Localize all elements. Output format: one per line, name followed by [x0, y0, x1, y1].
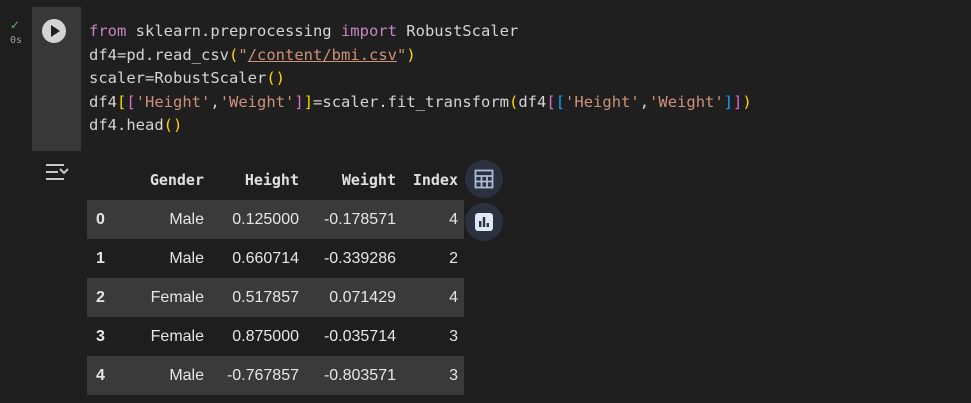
- table-header-row: Gender Height Weight Index: [87, 160, 464, 200]
- table-row: 0 Male 0.125000 -0.178571 4: [87, 200, 464, 239]
- output-collapse-icon[interactable]: [44, 160, 72, 184]
- cell-gender: Female: [118, 317, 210, 356]
- bracket: ]: [733, 92, 743, 111]
- string: 'Weight': [219, 92, 295, 111]
- notebook-cell: ✓ 0s from sklearn.preprocessing import R…: [0, 0, 971, 403]
- table-icon: [474, 169, 494, 189]
- code-token: df4=pd.read_csv: [89, 45, 229, 64]
- bracket: (: [228, 45, 239, 64]
- cell-weight: -0.339286: [305, 239, 402, 278]
- code-token: df4: [89, 92, 117, 111]
- bracket: ]: [723, 92, 734, 111]
- cell-weight: -0.035714: [305, 317, 402, 356]
- bracket: [: [546, 92, 556, 111]
- string: 'Weight': [649, 92, 724, 111]
- cell-gender: Male: [118, 356, 210, 395]
- cell-height: 0.125000: [210, 200, 305, 239]
- row-index: 4: [87, 356, 118, 395]
- column-header: Index: [412, 171, 458, 189]
- code-editor[interactable]: from sklearn.preprocessing import Robust…: [81, 7, 971, 151]
- code-text[interactable]: from sklearn.preprocessing import Robust…: [89, 20, 752, 138]
- cell-index: 4: [402, 200, 464, 239]
- bracket: (): [163, 116, 183, 134]
- bracket: ): [406, 45, 416, 64]
- column-header: Gender: [149, 171, 204, 189]
- row-index: 1: [87, 239, 118, 278]
- cell-index: 4: [402, 278, 464, 317]
- bracket: [: [126, 92, 136, 111]
- keyword-from: from: [89, 22, 127, 40]
- convert-to-interactive-table-button[interactable]: [465, 160, 503, 198]
- bracket: ]: [303, 92, 314, 111]
- code-token: RobustScaler: [396, 22, 519, 40]
- code-token: ,: [210, 92, 220, 111]
- row-index: 0: [87, 200, 118, 239]
- table-row: 1 Male 0.660714 -0.339286 2: [87, 239, 464, 278]
- run-gutter: [32, 7, 81, 151]
- run-cell-button[interactable]: [42, 19, 66, 43]
- column-header: Height: [244, 171, 299, 189]
- bracket: (): [266, 69, 285, 87]
- row-index: 3: [87, 317, 118, 356]
- cell-gender: Male: [118, 239, 210, 278]
- cell-index: 3: [402, 356, 464, 395]
- table-row: 3 Female 0.875000 -0.035714 3: [87, 317, 464, 356]
- bracket: [: [117, 92, 127, 111]
- column-header: Weight: [341, 171, 396, 189]
- cell-index: 2: [402, 239, 464, 278]
- cell-weight: 0.071429: [305, 278, 402, 317]
- code-token: scaler=RobustScaler: [89, 69, 267, 87]
- cell-gender: Female: [118, 278, 210, 317]
- bracket: (: [509, 92, 519, 111]
- table-row: 4 Male -0.767857 -0.803571 3: [87, 356, 464, 395]
- file-path-link[interactable]: /content/bmi.csv: [248, 46, 397, 64]
- cell-weight: -0.803571: [305, 356, 402, 395]
- bracket: ]: [294, 92, 304, 111]
- bracket: ): [742, 92, 752, 111]
- string-quote: ": [238, 45, 248, 64]
- cell-index: 3: [402, 317, 464, 356]
- string: 'Height': [135, 92, 211, 111]
- table-row: 2 Female 0.517857 0.071429 4: [87, 278, 464, 317]
- row-index: 2: [87, 278, 118, 317]
- cell-height: 0.517857: [210, 278, 305, 317]
- code-token: sklearn.preprocessing: [126, 22, 341, 40]
- dataframe-table: Gender Height Weight Index 0 Male 0.1250…: [87, 160, 464, 395]
- cell-height: -0.767857: [210, 356, 305, 395]
- keyword-import: import: [340, 22, 397, 40]
- success-check-icon: ✓: [10, 18, 21, 32]
- execution-time: 0s: [10, 35, 23, 46]
- cell-weight: -0.178571: [305, 200, 402, 239]
- bar-chart-icon: [475, 213, 493, 231]
- code-token: df4.head: [89, 116, 164, 134]
- code-token: df4: [518, 92, 547, 111]
- string: 'Height': [565, 92, 640, 111]
- suggest-charts-button[interactable]: [465, 203, 503, 241]
- cell-gender: Male: [118, 200, 210, 239]
- cell-height: 0.875000: [210, 317, 305, 356]
- code-token: =scaler.fit_transform: [313, 92, 509, 111]
- code-token: ,: [639, 92, 650, 111]
- cell-height: 0.660714: [210, 239, 305, 278]
- index-header: [87, 160, 118, 200]
- string-quote: ": [396, 45, 407, 64]
- bracket: [: [555, 92, 566, 111]
